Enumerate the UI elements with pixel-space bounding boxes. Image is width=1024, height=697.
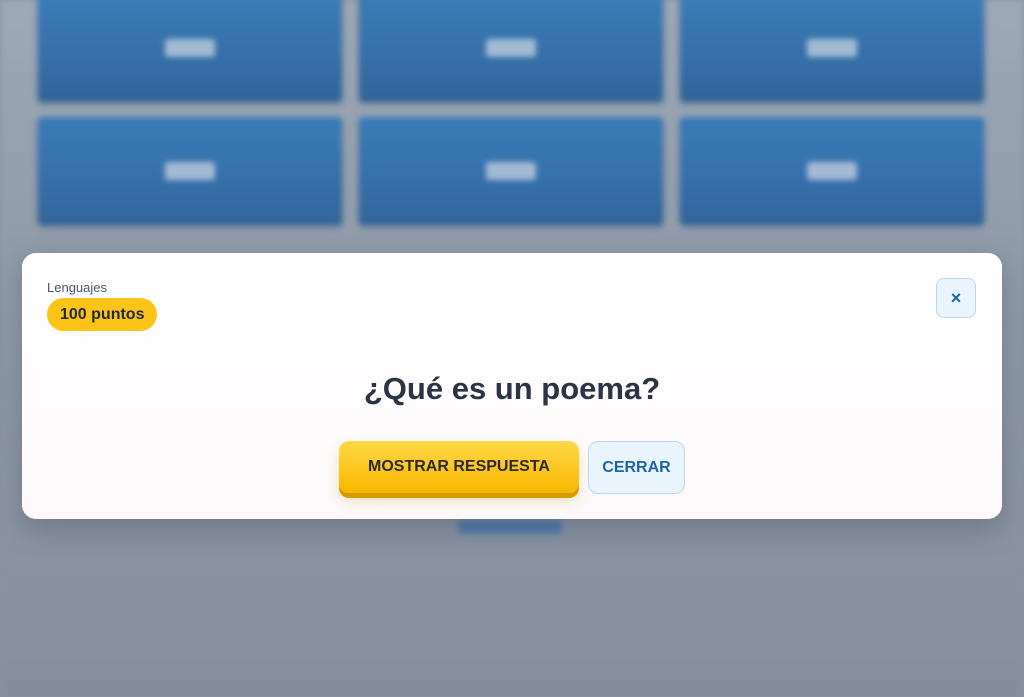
close-button[interactable]: CERRAR bbox=[588, 441, 685, 494]
show-answer-button[interactable]: MOSTRAR RESPUESTA bbox=[339, 441, 579, 493]
close-icon-button[interactable]: × bbox=[936, 278, 976, 318]
question-text: ¿Qué es un poema? bbox=[363, 371, 661, 406]
close-icon: × bbox=[950, 287, 962, 308]
points-badge: 100 puntos bbox=[47, 298, 158, 331]
question-modal: Lenguajes 100 puntos × ¿Qué es un poema?… bbox=[22, 253, 1002, 519]
category-label: Lenguajes bbox=[47, 280, 107, 295]
